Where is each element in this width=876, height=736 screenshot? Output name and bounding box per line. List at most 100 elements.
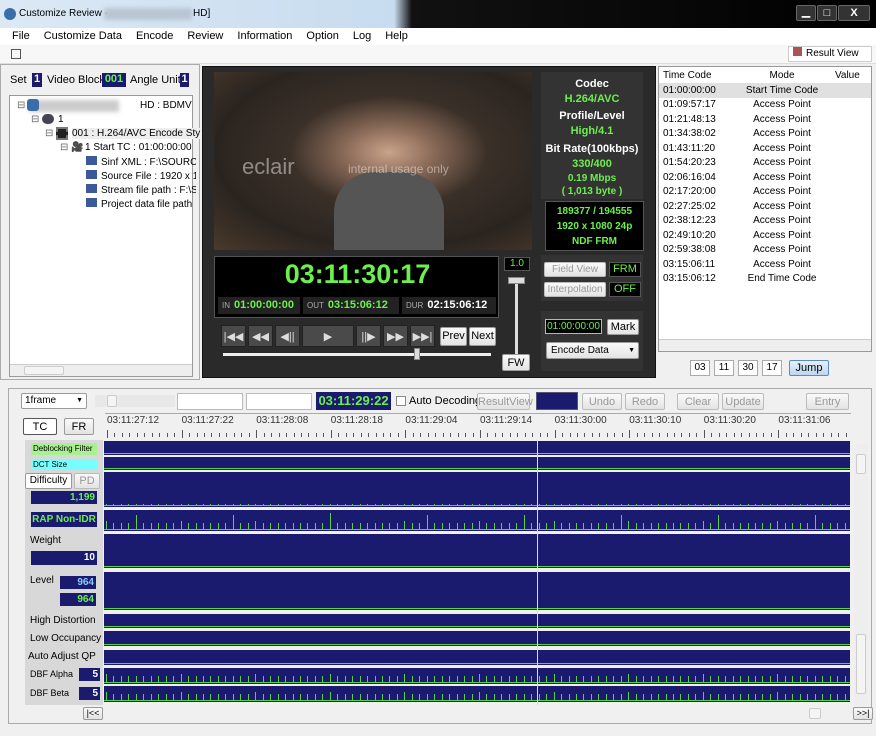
jump-minutes[interactable]: 11	[714, 360, 734, 376]
go-start-button[interactable]: |◀◀	[221, 325, 246, 347]
table-row[interactable]: 01:21:48:13 Access Point	[659, 112, 871, 127]
step-dropdown[interactable]: 1frame ▼	[21, 393, 87, 409]
menu-information[interactable]: Information	[237, 30, 292, 42]
tree-item-sinf-xml[interactable]: Sinf XML : F:\SOURC	[86, 156, 196, 170]
table-row[interactable]: 01:34:38:02 Access Point	[659, 127, 871, 142]
step-forward-button[interactable]: ||▶	[356, 325, 381, 347]
jump-first-button[interactable]: |<<	[83, 707, 103, 720]
track-row[interactable]	[104, 534, 850, 568]
jump-button[interactable]: Jump	[789, 360, 829, 376]
menu-file[interactable]: File	[12, 30, 30, 42]
table-row[interactable]: 02:38:12:23 Access Point	[659, 214, 871, 229]
track-row[interactable]	[104, 510, 850, 531]
menu-customize-data[interactable]: Customize Data	[44, 30, 122, 42]
zoom-scrollbar[interactable]	[95, 395, 175, 407]
jump-seconds[interactable]: 30	[738, 360, 758, 376]
prev-button[interactable]: Prev	[440, 327, 467, 346]
result-view-toggle[interactable]: ResultView	[477, 393, 533, 410]
mark-timecode[interactable]: 01:00:00:00	[545, 319, 602, 334]
auto-decoding-checkbox[interactable]	[396, 396, 406, 406]
track-row[interactable]	[104, 686, 850, 702]
track-row[interactable]	[104, 472, 850, 507]
track-row[interactable]	[104, 441, 850, 455]
result-view-button[interactable]: Result View	[788, 46, 872, 62]
menu-option[interactable]: Option	[306, 30, 338, 42]
rap-non-idr-label[interactable]: RAP Non-IDR	[31, 512, 97, 527]
header-timecode[interactable]: Time Code	[659, 67, 733, 83]
dct-size-label[interactable]: DCT Size	[31, 459, 97, 470]
tree-item-source-file[interactable]: Source File : 1920 x 1	[86, 170, 196, 184]
pd-button[interactable]: PD	[74, 473, 100, 489]
menu-encode[interactable]: Encode	[136, 30, 173, 42]
table-hscrollbar[interactable]	[659, 339, 871, 351]
table-row[interactable]: 01:54:20:23 Access Point	[659, 156, 871, 171]
table-row[interactable]: 03:15:06:11 Access Point	[659, 257, 871, 272]
interpolation-button[interactable]: Interpolation	[544, 282, 606, 297]
position-slider-thumb[interactable]	[414, 348, 421, 360]
fr-button[interactable]: FR	[64, 418, 94, 435]
track-row[interactable]	[104, 457, 850, 470]
undo-button[interactable]: Undo	[582, 393, 622, 410]
redo-button[interactable]: Redo	[625, 393, 665, 410]
low-occupancy-label[interactable]: Low Occupancy	[30, 633, 101, 644]
deblocking-filter-label[interactable]: Deblocking Filter	[31, 443, 97, 455]
menu-help[interactable]: Help	[385, 30, 408, 42]
track-row[interactable]	[104, 650, 850, 665]
field-view-button[interactable]: Field View	[544, 262, 606, 277]
tracks-vscrollbar[interactable]	[854, 444, 868, 706]
video-block-value[interactable]: 001	[102, 73, 126, 87]
maximize-button[interactable]: □	[817, 5, 837, 21]
fw-button[interactable]: FW	[502, 354, 530, 371]
tree-item-project-path[interactable]: Project data file path	[86, 198, 196, 212]
timeline-ruler[interactable]: 03:11:27:12 03:11:27:22 03:11:28:08 03:11:2…	[105, 413, 851, 439]
jump-hours[interactable]: 03	[690, 360, 710, 376]
tree-start-tc[interactable]: 1 Start TC : 01:00:00:00	[85, 142, 192, 153]
table-row[interactable]: 01:00:00:00 Start Time Code	[659, 83, 871, 98]
level-value-b[interactable]: 964	[60, 593, 96, 606]
track-row[interactable]	[104, 668, 850, 684]
mode-dropdown[interactable]: Encode Data ▼	[546, 342, 639, 359]
step-back-button[interactable]: ◀||	[275, 325, 300, 347]
tree-stream[interactable]: 001 : H.264/AVC Encode Sty	[72, 128, 201, 139]
tc-button[interactable]: TC	[23, 418, 57, 435]
mark-button[interactable]: Mark	[607, 319, 639, 335]
speed-slider-thumb[interactable]	[508, 277, 525, 284]
track-row[interactable]	[104, 572, 850, 610]
track-row[interactable]	[104, 631, 850, 646]
weight-value[interactable]: 10	[31, 551, 97, 565]
close-button[interactable]: X	[838, 5, 870, 21]
high-distortion-label[interactable]: High Distortion	[30, 615, 96, 626]
search-input-2[interactable]	[246, 393, 312, 410]
table-row[interactable]: 02:06:16:04 Access Point	[659, 170, 871, 185]
jump-last-button[interactable]: >>|	[853, 707, 873, 720]
table-row[interactable]: 01:09:57:17 Access Point	[659, 98, 871, 113]
dbf-alpha-value[interactable]: 5	[79, 668, 100, 681]
table-row[interactable]: 03:15:06:12 End Time Code	[659, 272, 871, 287]
level-value-a[interactable]: 964	[60, 576, 96, 589]
dbf-beta-value[interactable]: 5	[79, 687, 100, 700]
search-input-1[interactable]	[177, 393, 243, 410]
menu-log[interactable]: Log	[353, 30, 371, 42]
table-row[interactable]: 02:27:25:02 Access Point	[659, 199, 871, 214]
position-slider[interactable]	[223, 348, 491, 360]
window-icon[interactable]	[11, 49, 21, 59]
table-row[interactable]: 01:43:11:20 Access Point	[659, 141, 871, 156]
speed-slider[interactable]	[508, 277, 525, 363]
menu-review[interactable]: Review	[187, 30, 223, 42]
table-row[interactable]: 02:17:20:00 Access Point	[659, 185, 871, 200]
angle-unit-value[interactable]: 1	[180, 73, 189, 87]
clear-button[interactable]: Clear	[677, 393, 719, 410]
fast-forward-button[interactable]: ▶▶	[383, 325, 408, 347]
next-button[interactable]: Next	[469, 327, 496, 346]
video-frame[interactable]: eclair internal usage only	[214, 72, 532, 250]
tree-item-stream-path[interactable]: Stream file path : F:\S	[86, 184, 196, 198]
header-mode[interactable]: Mode	[733, 67, 831, 83]
tracks-hscrollbar[interactable]: |<< >>|	[9, 707, 873, 721]
table-row[interactable]: 02:59:38:08 Access Point	[659, 243, 871, 258]
minimize-button[interactable]: ▁	[796, 5, 816, 21]
go-end-button[interactable]: ▶▶|	[410, 325, 435, 347]
entry-button[interactable]: Entry	[806, 393, 849, 410]
jump-frames[interactable]: 17	[762, 360, 782, 376]
table-row[interactable]: 02:49:10:20 Access Point	[659, 228, 871, 243]
tree-hscrollbar[interactable]	[10, 364, 192, 376]
